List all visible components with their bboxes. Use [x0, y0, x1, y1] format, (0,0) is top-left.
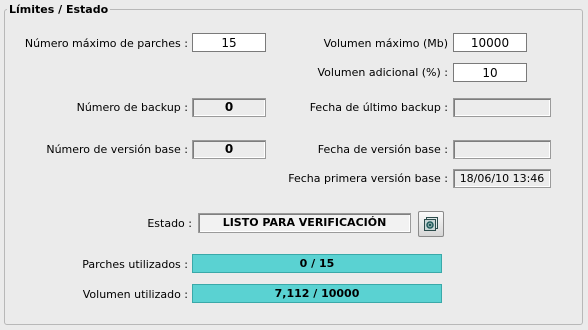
group-title: Límites / Estado — [7, 3, 111, 16]
verify-icon — [424, 217, 438, 231]
volume-used-label: Volumen utilizado : — [82, 288, 188, 301]
extra-volume-label: Volumen adicional (%) : — [317, 66, 449, 79]
first-base-version-date-value: 18/06/10 13:46 — [453, 169, 551, 188]
max-patches-input[interactable] — [192, 33, 266, 52]
state-value: LISTO PARA VERIFICACIÓN — [198, 213, 411, 233]
base-version-date-label: Fecha de versión base : — [317, 143, 448, 156]
patches-used-bar: 0 / 15 — [192, 254, 442, 273]
max-volume-input[interactable] — [453, 33, 527, 52]
base-version-number-label: Número de versión base : — [46, 143, 188, 156]
limits-status-group — [4, 9, 583, 325]
last-backup-date-label: Fecha de último backup : — [309, 101, 448, 114]
extra-volume-input[interactable] — [453, 63, 527, 82]
patches-used-label: Parches utilizados : — [82, 258, 188, 271]
max-patches-label: Número máximo de parches : — [24, 37, 188, 50]
backup-number-label: Número de backup : — [76, 101, 188, 114]
first-base-version-date-label: Fecha primera versión base : — [288, 172, 448, 185]
last-backup-date-value — [453, 98, 551, 117]
base-version-number-value: 0 — [192, 140, 266, 159]
volume-used-bar: 7,112 / 10000 — [192, 284, 442, 303]
backup-number-value: 0 — [192, 98, 266, 117]
base-version-date-value — [453, 140, 551, 159]
max-volume-label: Volumen máximo (Mb) — [323, 37, 448, 50]
state-label: Estado : — [147, 217, 192, 230]
verify-button[interactable] — [418, 211, 444, 237]
